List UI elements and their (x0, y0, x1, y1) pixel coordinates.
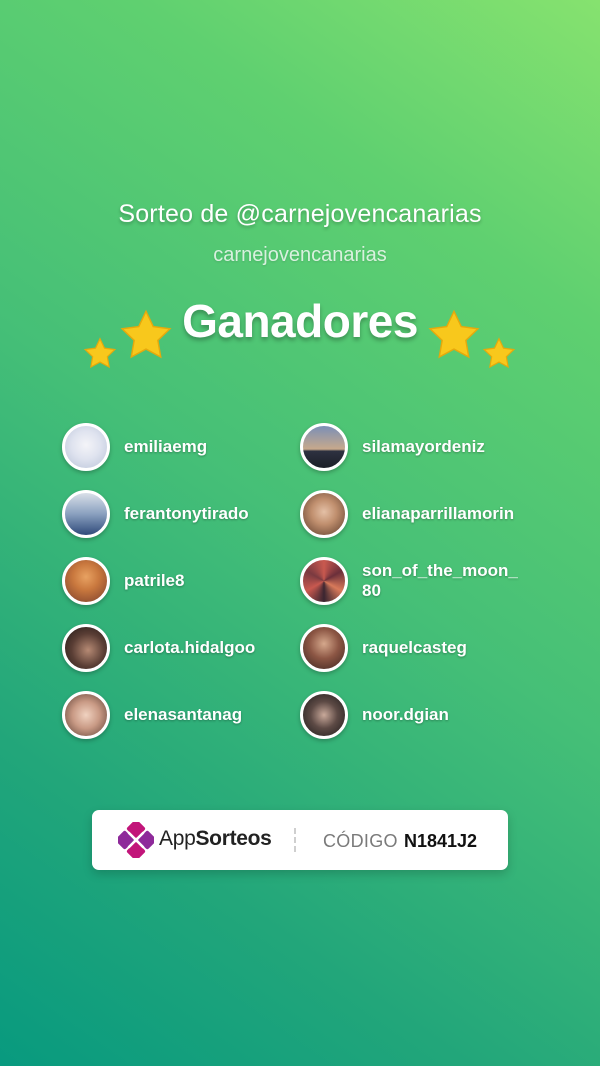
winner-item[interactable]: raquelcasteg (300, 621, 467, 675)
giveaway-title: Sorteo de @carnejovencanarias (118, 200, 482, 228)
winner-username: son_of_the_moon_80 (362, 561, 518, 600)
winner-item[interactable]: elianaparrillamorin (300, 487, 514, 541)
winner-item[interactable]: patrile8 (62, 554, 184, 608)
winner-username: emiliaemg (124, 437, 208, 456)
account-handle: carnejovencanarias (213, 244, 387, 266)
winner-username: noor.dgian (362, 705, 449, 724)
winner-username: patrile8 (124, 571, 185, 590)
appsorteos-logo-text: AppSorteos (159, 827, 272, 851)
winner-username: silamayordeniz (362, 437, 485, 456)
winner-item[interactable]: emiliaemg (62, 420, 207, 474)
winner-item[interactable]: noor.dgian (300, 688, 449, 742)
giveaway-results-card: Sorteo de @carnejovencanarias carnejoven… (0, 0, 600, 1066)
avatar-icon (300, 423, 348, 471)
winner-username: elianaparrillamorin (362, 504, 515, 523)
avatar-icon (300, 490, 348, 538)
winner-item[interactable]: silamayordeniz (300, 420, 485, 474)
winner-username: ferantonytirado (124, 504, 249, 523)
avatar-icon (62, 490, 110, 538)
appsorteos-badge[interactable]: AppSorteos CÓDIGO N1841J2 (92, 810, 508, 870)
avatar-icon (300, 557, 348, 605)
winner-username: elenasantanag (124, 705, 243, 724)
brand-suffix: Sorteos (195, 827, 272, 850)
star-icon (482, 337, 516, 369)
winner-item[interactable]: son_of_the_moon_80 (300, 554, 522, 608)
avatar-icon (300, 691, 348, 739)
appsorteos-logo-icon (118, 822, 154, 858)
winner-username: raquelcasteg (362, 638, 467, 657)
winner-item[interactable]: elenasantanag (62, 688, 242, 742)
code-value: N1841J2 (404, 831, 478, 851)
winner-username: carlota.hidalgoo (124, 638, 256, 657)
avatar-icon (62, 691, 110, 739)
avatar-icon (62, 557, 110, 605)
star-icon (428, 309, 480, 359)
avatar-icon (62, 423, 110, 471)
brand-prefix: App (159, 827, 196, 850)
avatar-icon (300, 624, 348, 672)
winner-item[interactable]: carlota.hidalgoo (62, 621, 255, 675)
divider (294, 828, 296, 852)
winner-item[interactable]: ferantonytirado (62, 487, 249, 541)
avatar-icon (62, 624, 110, 672)
code-label: CÓDIGO (323, 831, 398, 851)
